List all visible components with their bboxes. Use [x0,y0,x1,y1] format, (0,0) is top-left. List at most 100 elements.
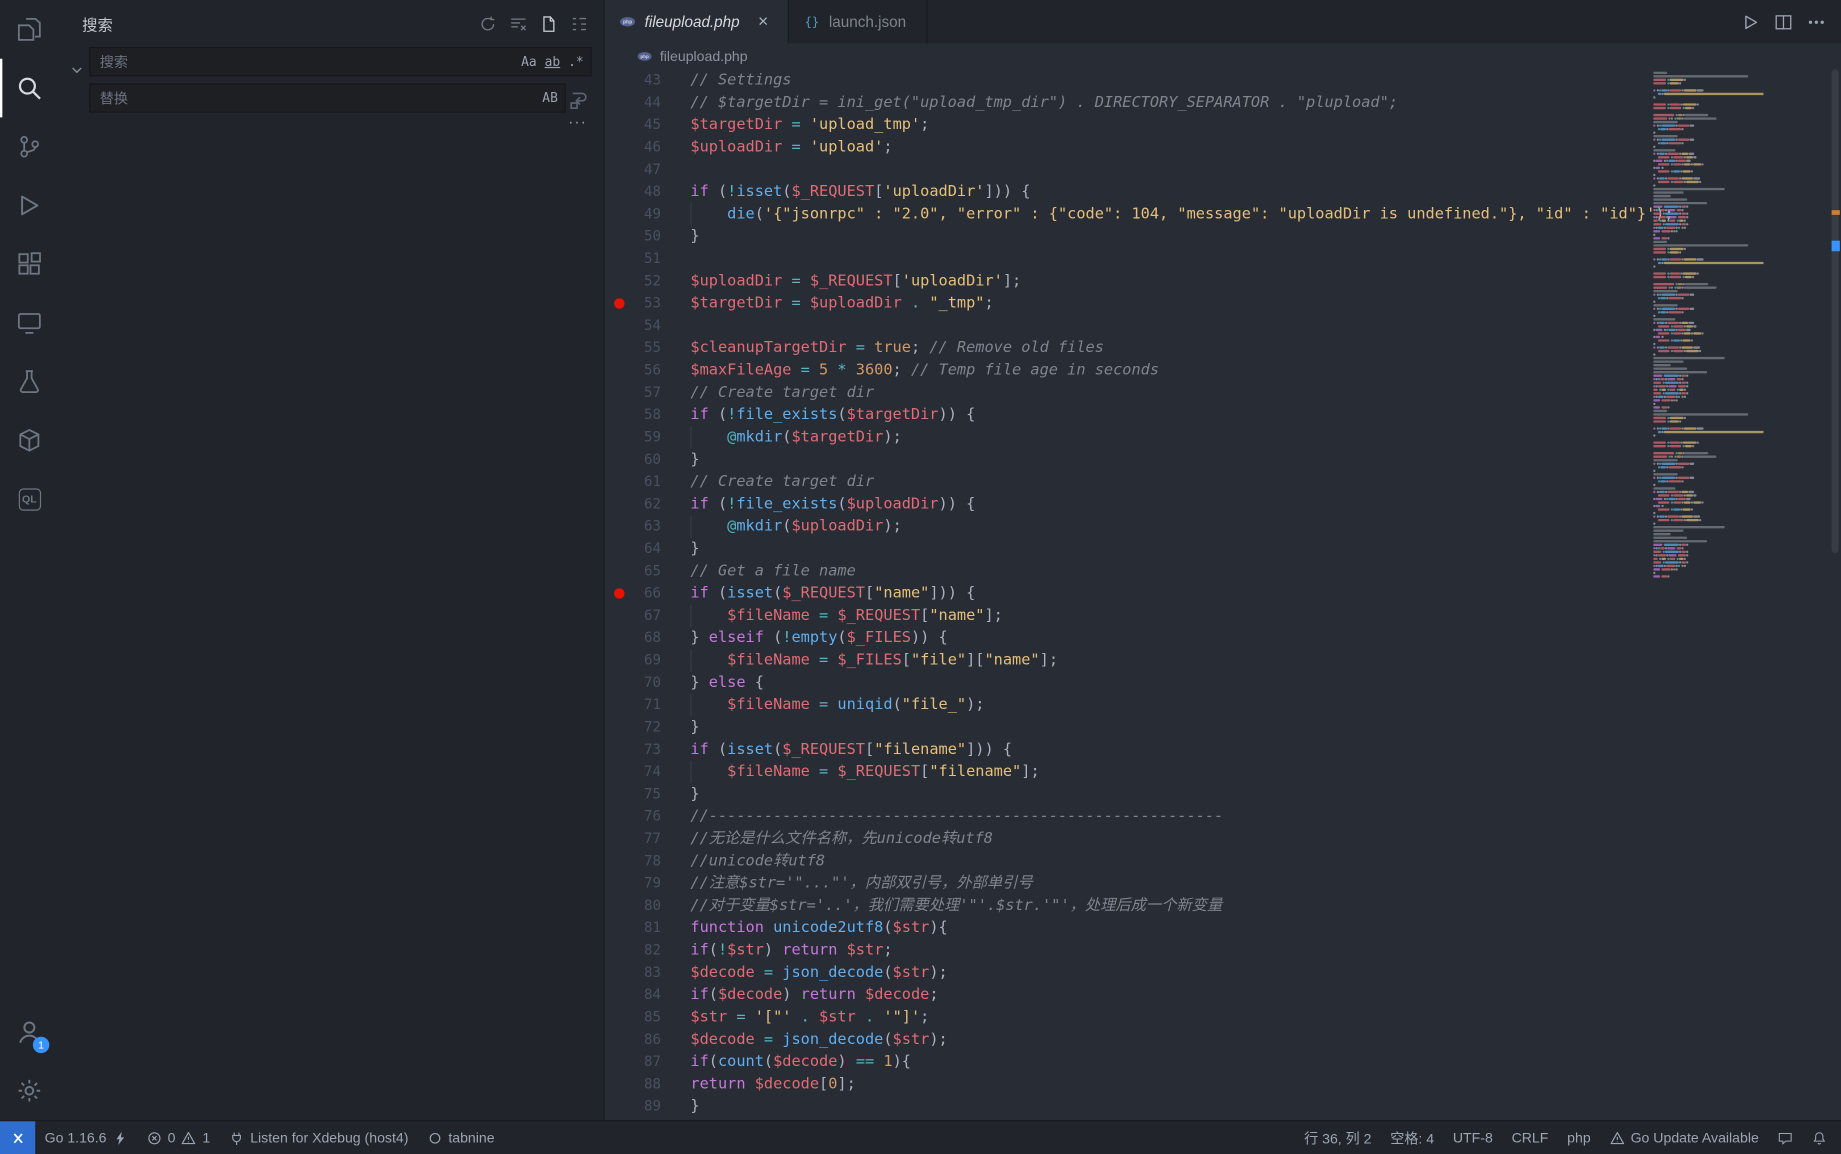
breakpoint-gutter[interactable] [605,872,633,894]
breakpoint-gutter[interactable] [605,1006,633,1028]
breakpoint-gutter[interactable] [605,605,633,627]
breakpoint-gutter[interactable] [605,114,633,136]
activity-test[interactable] [0,352,59,411]
language-mode[interactable]: php [1558,1121,1600,1154]
breakpoint-gutter[interactable] [605,225,633,247]
xdebug-listen[interactable]: Listen for Xdebug (host4) [220,1121,418,1154]
open-new-search-editor-icon[interactable] [535,11,561,37]
close-icon[interactable]: × [753,11,774,32]
activity-account[interactable]: 1 [0,1003,59,1062]
match-case-icon[interactable]: Aa [518,50,540,72]
code-line[interactable]: 67 $fileName = $_REQUEST["name"]; [605,605,1841,627]
breakpoint-gutter[interactable] [605,270,633,292]
code-line[interactable]: 79//注意$str='"..."'，内部双引号，外部单引号 [605,872,1841,894]
breakpoint-gutter[interactable] [605,939,633,961]
toggle-replace-button[interactable] [67,47,86,93]
view-as-tree-icon[interactable] [566,11,592,37]
encoding[interactable]: UTF-8 [1443,1121,1502,1154]
code-line[interactable]: 73if (isset($_REQUEST["filename"])) { [605,739,1841,761]
breakpoint-gutter[interactable] [605,805,633,827]
go-version[interactable]: Go 1.16.6 [35,1121,137,1154]
breakpoint-gutter[interactable] [605,716,633,738]
breakpoint-gutter[interactable] [605,404,633,426]
breakpoint-gutter[interactable] [605,627,633,649]
code-line[interactable]: 70} else { [605,672,1841,694]
breakpoint-gutter[interactable] [605,248,633,270]
breakpoint-gutter[interactable] [605,69,633,91]
cursor-position[interactable]: 行 36, 列 2 [1295,1121,1381,1154]
breakpoint-gutter[interactable] [605,984,633,1006]
activity-explorer[interactable] [0,0,59,59]
breakpoint-gutter[interactable] [605,92,633,114]
code-line[interactable]: 74 $fileName = $_REQUEST["filename"]; [605,761,1841,783]
breakpoint-gutter[interactable] [605,828,633,850]
activity-extensions[interactable] [0,235,59,294]
breakpoint-gutter[interactable] [605,136,633,158]
code-line[interactable]: 78//unicode转utf8 [605,850,1841,872]
activity-package[interactable] [0,411,59,470]
notifications[interactable] [1802,1121,1836,1154]
breakpoint-gutter[interactable] [605,783,633,805]
tab-launch-json[interactable]: {}launch.json [789,0,928,43]
breakpoint-gutter[interactable] [605,962,633,984]
breakpoint-gutter[interactable] [605,761,633,783]
breakpoint-gutter[interactable] [605,382,633,404]
feedback[interactable] [1768,1121,1802,1154]
code-line[interactable]: 81function unicode2utf8($str){ [605,917,1841,939]
activity-settings-gear[interactable] [0,1061,59,1120]
code-line[interactable]: 88return $decode[0]; [605,1073,1841,1095]
activity-run-debug[interactable] [0,176,59,235]
breakpoint-gutter[interactable] [605,917,633,939]
toggle-search-details-button[interactable]: ··· [568,116,587,128]
breakpoint-gutter[interactable] [605,1073,633,1095]
code-line[interactable]: 77//无论是什么文件名称，先unicode转utf8 [605,828,1841,850]
activity-source-control[interactable] [0,117,59,176]
activity-codeql[interactable]: QL [0,470,59,529]
breakpoint-gutter[interactable] [605,181,633,203]
code-editor[interactable]: 43// Settings44// $targetDir = ini_get("… [605,69,1841,1120]
breakpoint-gutter[interactable] [605,515,633,537]
problems[interactable]: 01 [137,1121,220,1154]
code-line[interactable]: 72} [605,716,1841,738]
code-line[interactable]: 75} [605,783,1841,805]
indentation[interactable]: 空格: 4 [1381,1121,1444,1154]
code-line[interactable]: 66if (isset($_REQUEST["name"])) { [605,582,1841,604]
code-line[interactable]: 82if(!$str) return $str; [605,939,1841,961]
replace-input[interactable]: 替换 AB [89,83,566,112]
remote-indicator[interactable] [0,1121,35,1154]
breakpoint-gutter[interactable] [605,493,633,515]
go-update[interactable]: Go Update Available [1600,1121,1768,1154]
clear-search-results-icon[interactable] [505,11,531,37]
code-line[interactable]: 87if(count($decode) == 1){ [605,1051,1841,1073]
code-line[interactable]: 80//对于变量$str='..'，我们需要处理'"'.$str.'"'，处理后… [605,895,1841,917]
breakpoint-gutter[interactable] [605,337,633,359]
regex-icon[interactable]: .* [565,50,587,72]
breakpoint-gutter[interactable] [605,315,633,337]
tab-fileupload-php[interactable]: phpfileupload.php× [605,0,789,43]
code-line[interactable]: 85$str = '["' . $str . '"]'; [605,1006,1841,1028]
breakpoint-gutter[interactable] [605,1051,633,1073]
breakpoint-gutter[interactable] [605,471,633,493]
breadcrumb[interactable]: php fileupload.php [605,43,1841,69]
breakpoint-gutter[interactable] [605,203,633,225]
run-icon[interactable] [1738,9,1764,35]
code-line[interactable]: 83$decode = json_decode($str); [605,962,1841,984]
breakpoint-gutter[interactable] [605,649,633,671]
code-line[interactable]: 68} elseif (!empty($_FILES)) { [605,627,1841,649]
eol[interactable]: CRLF [1502,1121,1558,1154]
breakpoint-gutter[interactable] [605,739,633,761]
breakpoint-icon[interactable] [605,582,633,604]
breakpoint-gutter[interactable] [605,694,633,716]
code-line[interactable]: 69 $fileName = $_FILES["file"]["name"]; [605,649,1841,671]
breakpoint-gutter[interactable] [605,359,633,381]
breakpoint-gutter[interactable] [605,672,633,694]
refresh-icon[interactable] [474,11,500,37]
code-line[interactable]: 76//------------------------------------… [605,805,1841,827]
breadcrumb-item[interactable]: fileupload.php [660,48,748,64]
breakpoint-gutter[interactable] [605,1095,633,1117]
activity-remote-explorer[interactable] [0,294,59,353]
breakpoint-icon[interactable] [605,292,633,314]
breakpoint-gutter[interactable] [605,538,633,560]
breakpoint-gutter[interactable] [605,895,633,917]
code-line[interactable]: 86$decode = json_decode($str); [605,1029,1841,1051]
